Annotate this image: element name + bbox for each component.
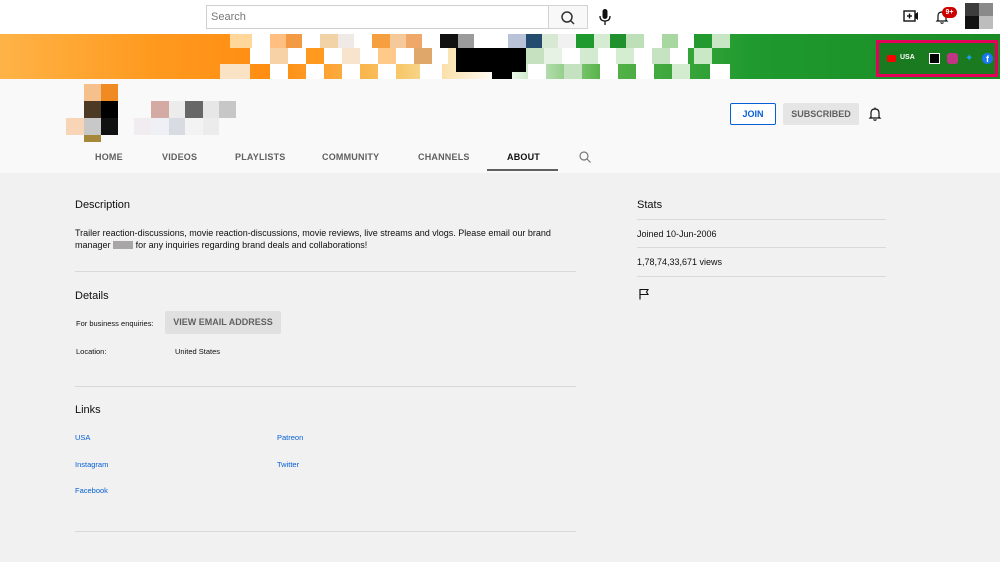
view-email-button[interactable]: VIEW EMAIL ADDRESS: [165, 311, 281, 334]
tab-playlists[interactable]: PLAYLISTS: [235, 152, 285, 162]
patreon-icon[interactable]: [929, 53, 940, 64]
notification-badge: 9+: [942, 7, 957, 18]
location-value: United States: [175, 347, 221, 356]
divider: [637, 219, 886, 220]
flag-icon[interactable]: [638, 288, 650, 300]
link-patreon[interactable]: Patreon: [277, 433, 303, 442]
link-instagram[interactable]: Instagram: [75, 460, 108, 469]
masthead: Search 9+: [0, 0, 1000, 34]
divider: [637, 247, 886, 248]
mic-icon[interactable]: [597, 8, 613, 26]
instagram-icon[interactable]: [947, 53, 958, 64]
channel-header: [0, 79, 1000, 173]
links-heading: Links: [75, 404, 101, 416]
redacted-email: [113, 241, 134, 249]
joined-date: Joined 10-Jun-2006: [637, 229, 717, 239]
divider: [637, 276, 886, 277]
facebook-icon[interactable]: f: [982, 53, 993, 64]
banner-links: USA ✦ f: [876, 40, 998, 77]
link-usa[interactable]: USA: [75, 433, 90, 442]
details-heading: Details: [75, 290, 109, 302]
description-line-2: manager for any inquiries regarding bran…: [75, 240, 367, 250]
tab-about[interactable]: ABOUT: [507, 152, 540, 162]
search-icon[interactable]: [578, 150, 592, 164]
tab-community[interactable]: COMMUNITY: [322, 152, 379, 162]
link-twitter[interactable]: Twitter: [277, 460, 299, 469]
channel-avatar: [66, 84, 118, 142]
channel-banner: [0, 34, 1000, 79]
search-icon: [561, 11, 575, 25]
tab-videos[interactable]: VIDEOS: [162, 152, 197, 162]
description-line-1: Trailer reaction-discussions, movie reac…: [75, 228, 551, 238]
search-button[interactable]: [548, 5, 588, 29]
divider: [75, 386, 576, 387]
join-button[interactable]: JOIN: [730, 103, 776, 125]
active-tab-indicator: [487, 169, 558, 171]
description-heading: Description: [75, 199, 131, 211]
notification-bell-icon[interactable]: [867, 106, 883, 122]
business-label: For business enquiries:: [76, 319, 154, 328]
location-label: Location:: [76, 347, 107, 356]
divider: [75, 531, 576, 532]
divider: [75, 271, 576, 272]
subscribed-button[interactable]: SUBSCRIBED: [783, 103, 859, 125]
search-input[interactable]: Search: [206, 5, 548, 29]
link-facebook[interactable]: Facebook: [75, 486, 108, 495]
youtube-icon[interactable]: [887, 55, 896, 62]
description-text-a: manager: [75, 240, 111, 250]
tab-home[interactable]: HOME: [95, 152, 123, 162]
create-video-icon[interactable]: [903, 9, 919, 23]
banner-link-usa[interactable]: USA: [900, 54, 915, 61]
channel-name: [134, 101, 240, 137]
twitter-icon[interactable]: ✦: [965, 54, 976, 64]
avatar[interactable]: [965, 3, 993, 29]
tab-channels[interactable]: CHANNELS: [418, 152, 470, 162]
stats-heading: Stats: [637, 199, 663, 211]
description-text-b: for any inquiries regarding brand deals …: [135, 240, 368, 250]
view-count: 1,78,74,33,671 views: [637, 257, 723, 267]
